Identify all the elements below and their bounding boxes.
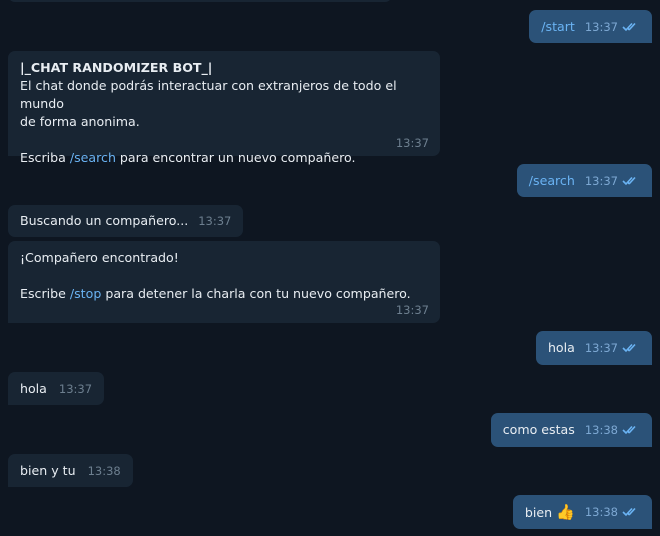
welcome-line-1: El chat donde podrás interactuar con ext… xyxy=(20,78,397,111)
message-text: como estas xyxy=(502,422,575,437)
welcome-line-3-post: para encontrar un nuevo compañero. xyxy=(115,150,356,165)
message-meta: 13:38 xyxy=(585,503,640,521)
thumbs-up-icon: 👍 xyxy=(556,502,575,521)
message-meta: 13:37 xyxy=(585,18,640,36)
message-time: 13:38 xyxy=(87,463,121,478)
double-check-icon xyxy=(622,176,636,185)
message-text: hola xyxy=(547,340,575,355)
command-link-search-out[interactable]: /search xyxy=(529,172,575,190)
command-link-stop[interactable]: /stop xyxy=(70,286,101,301)
double-check-icon xyxy=(622,425,636,435)
message-text: bien xyxy=(524,504,553,520)
message-incoming-found[interactable]: ¡Compañero encontrado! Escribe /stop par… xyxy=(8,241,440,323)
welcome-line-2: de forma anonima. xyxy=(20,114,140,129)
found-line-2-post: para detener la charla con tu nuevo comp… xyxy=(101,286,411,301)
message-bubble-partial xyxy=(8,0,392,2)
message-outgoing-hola[interactable]: hola 13:37 xyxy=(535,331,652,365)
message-outgoing-comoestas[interactable]: como estas 13:38 xyxy=(490,413,652,447)
message-time: 13:37 xyxy=(395,303,429,317)
message-text: bien y tu xyxy=(20,462,76,478)
message-incoming-hola[interactable]: hola 13:37 xyxy=(8,372,105,405)
found-line-2-pre: Escribe xyxy=(20,286,70,301)
message-time: 13:37 xyxy=(584,341,618,355)
chat-history[interactable]: /start 13:37 |_CHAT RANDOMIZER BOT_| El … xyxy=(0,0,660,536)
message-meta: 13:37 xyxy=(585,339,640,357)
message-time: 13:38 xyxy=(584,423,618,437)
found-line-1: ¡Compañero encontrado! xyxy=(20,250,179,265)
message-time: 13:37 xyxy=(584,19,618,34)
message-incoming-searching[interactable]: Buscando un compañero... 13:37 xyxy=(8,205,244,237)
message-incoming-welcome[interactable]: |_CHAT RANDOMIZER BOT_| El chat donde po… xyxy=(8,51,440,165)
bot-title: |_CHAT RANDOMIZER BOT_| xyxy=(20,60,213,75)
double-check-icon xyxy=(622,343,636,353)
message-time: 13:37 xyxy=(584,173,618,188)
message-time: 13:37 xyxy=(395,136,429,150)
message-outgoing-start[interactable]: /start 13:37 xyxy=(529,10,652,43)
message-meta: 13:37 xyxy=(585,172,640,190)
message-time: 13:37 xyxy=(198,214,232,228)
message-text: Buscando un compañero... xyxy=(20,213,189,228)
message-incoming-bienytu[interactable]: bien y tu 13:38 xyxy=(8,454,133,487)
message-time: 13:38 xyxy=(584,505,618,519)
message-text: hola xyxy=(20,380,47,396)
message-outgoing-search[interactable]: /search 13:37 xyxy=(516,164,652,197)
command-link-search[interactable]: /search xyxy=(70,150,116,165)
double-check-icon xyxy=(622,22,636,31)
message-time: 13:37 xyxy=(58,381,93,396)
message-outgoing-bien[interactable]: bien 👍 13:38 xyxy=(512,495,652,529)
double-check-icon xyxy=(622,507,636,517)
message-meta: 13:38 xyxy=(585,421,640,439)
command-link-start[interactable]: /start xyxy=(541,18,575,36)
welcome-line-3-pre: Escriba xyxy=(20,150,70,165)
